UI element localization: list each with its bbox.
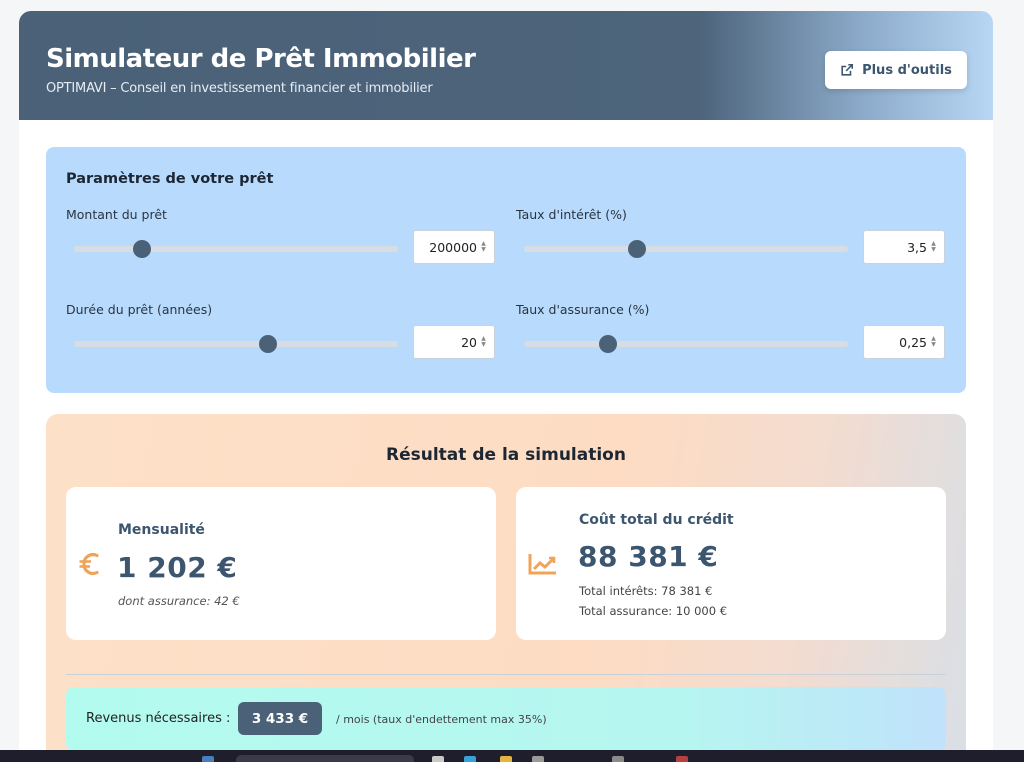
loan-amount-field: Montant du prêt 200000 ▲ ▼ xyxy=(66,207,496,277)
total-cost-card: Coût total du crédit 88 381 € Total inté… xyxy=(516,487,946,640)
windows-start-icon[interactable] xyxy=(202,756,214,762)
loan-duration-field: Durée du prêt (années) 20 ▲ ▼ xyxy=(66,302,496,372)
required-income-label: Revenus nécessaires : xyxy=(86,711,231,726)
monthly-payment-card: Mensualité 1 202 € dont assurance: 42 € xyxy=(66,487,496,640)
required-income-note: / mois (taux d'endettement max 35%) xyxy=(336,713,547,726)
total-insurance-note: Total assurance: 10 000 € xyxy=(579,604,728,618)
taskbar-search-icon[interactable] xyxy=(236,755,414,762)
monthly-payment-title: Mensualité xyxy=(118,522,205,538)
parameters-title: Paramètres de votre prêt xyxy=(66,171,274,187)
required-income-value: 3 433 € xyxy=(238,702,322,735)
taskbar-browser-icon[interactable] xyxy=(464,756,476,762)
results-title: Résultat de la simulation xyxy=(386,445,626,465)
header: Simulateur de Prêt Immobilier OPTIMAVI –… xyxy=(19,11,993,120)
interest-rate-input[interactable]: 3,5 ▲ ▼ xyxy=(863,230,945,264)
loan-duration-slider-thumb[interactable] xyxy=(259,335,278,353)
loan-amount-label: Montant du prêt xyxy=(66,207,167,222)
interest-rate-slider-thumb[interactable] xyxy=(628,240,647,258)
loan-duration-input[interactable]: 20 ▲ ▼ xyxy=(413,325,495,359)
loan-parameters-panel: Paramètres de votre prêt Montant du prêt… xyxy=(46,147,966,393)
results-divider xyxy=(66,674,946,675)
loan-amount-slider-thumb[interactable] xyxy=(133,240,152,258)
loan-duration-label: Durée du prêt (années) xyxy=(66,302,213,317)
interest-rate-field: Taux d'intérêt (%) 3,5 ▲ ▼ xyxy=(516,207,946,277)
loan-duration-value: 20 xyxy=(461,334,477,350)
total-interest-note: Total intérêts: 78 381 € xyxy=(579,584,713,598)
app-window: Simulateur de Prêt Immobilier OPTIMAVI –… xyxy=(19,11,993,762)
insurance-rate-input[interactable]: 0,25 ▲ ▼ xyxy=(863,325,945,359)
more-tools-button[interactable]: Plus d'outils xyxy=(825,51,967,89)
page: Simulateur de Prêt Immobilier OPTIMAVI –… xyxy=(0,0,1024,762)
interest-rate-label: Taux d'intérêt (%) xyxy=(516,207,627,222)
monthly-payment-value: 1 202 € xyxy=(117,551,238,584)
insurance-rate-value: 0,25 xyxy=(899,334,927,350)
insurance-rate-slider[interactable] xyxy=(524,335,848,353)
insurance-rate-label: Taux d'assurance (%) xyxy=(516,302,650,317)
interest-rate-slider[interactable] xyxy=(524,240,848,258)
taskbar-app-icon[interactable] xyxy=(612,756,624,762)
insurance-rate-spinner-icon[interactable]: ▲ ▼ xyxy=(929,335,938,349)
total-cost-title: Coût total du crédit xyxy=(579,512,734,528)
monthly-insurance-note: dont assurance: 42 € xyxy=(118,594,240,608)
os-taskbar xyxy=(0,750,1024,762)
required-income-bar: Revenus nécessaires : 3 433 € / mois (ta… xyxy=(66,687,946,751)
loan-amount-slider[interactable] xyxy=(74,240,398,258)
interest-rate-value: 3,5 xyxy=(907,239,927,255)
taskbar-app-icon[interactable] xyxy=(676,756,688,762)
loan-amount-value: 200000 xyxy=(429,239,477,255)
loan-duration-slider[interactable] xyxy=(74,335,398,353)
interest-rate-spinner-icon[interactable]: ▲ ▼ xyxy=(929,240,938,254)
external-link-icon xyxy=(841,63,854,76)
euro-icon xyxy=(79,552,99,576)
total-cost-value: 88 381 € xyxy=(578,540,719,573)
insurance-rate-field: Taux d'assurance (%) 0,25 ▲ ▼ xyxy=(516,302,946,372)
taskbar-folder-icon[interactable] xyxy=(500,756,512,762)
insurance-rate-slider-thumb[interactable] xyxy=(599,335,618,353)
loan-amount-input[interactable]: 200000 ▲ ▼ xyxy=(413,230,495,264)
chart-line-icon xyxy=(528,554,556,575)
loan-duration-spinner-icon[interactable]: ▲ ▼ xyxy=(479,335,488,349)
more-tools-label: Plus d'outils xyxy=(862,62,952,78)
loan-amount-spinner-icon[interactable]: ▲ ▼ xyxy=(479,240,488,254)
simulation-results-panel: Résultat de la simulation Mensualité 1 2… xyxy=(46,414,966,762)
taskbar-app-icon[interactable] xyxy=(432,756,444,762)
taskbar-app-icon[interactable] xyxy=(532,756,544,762)
